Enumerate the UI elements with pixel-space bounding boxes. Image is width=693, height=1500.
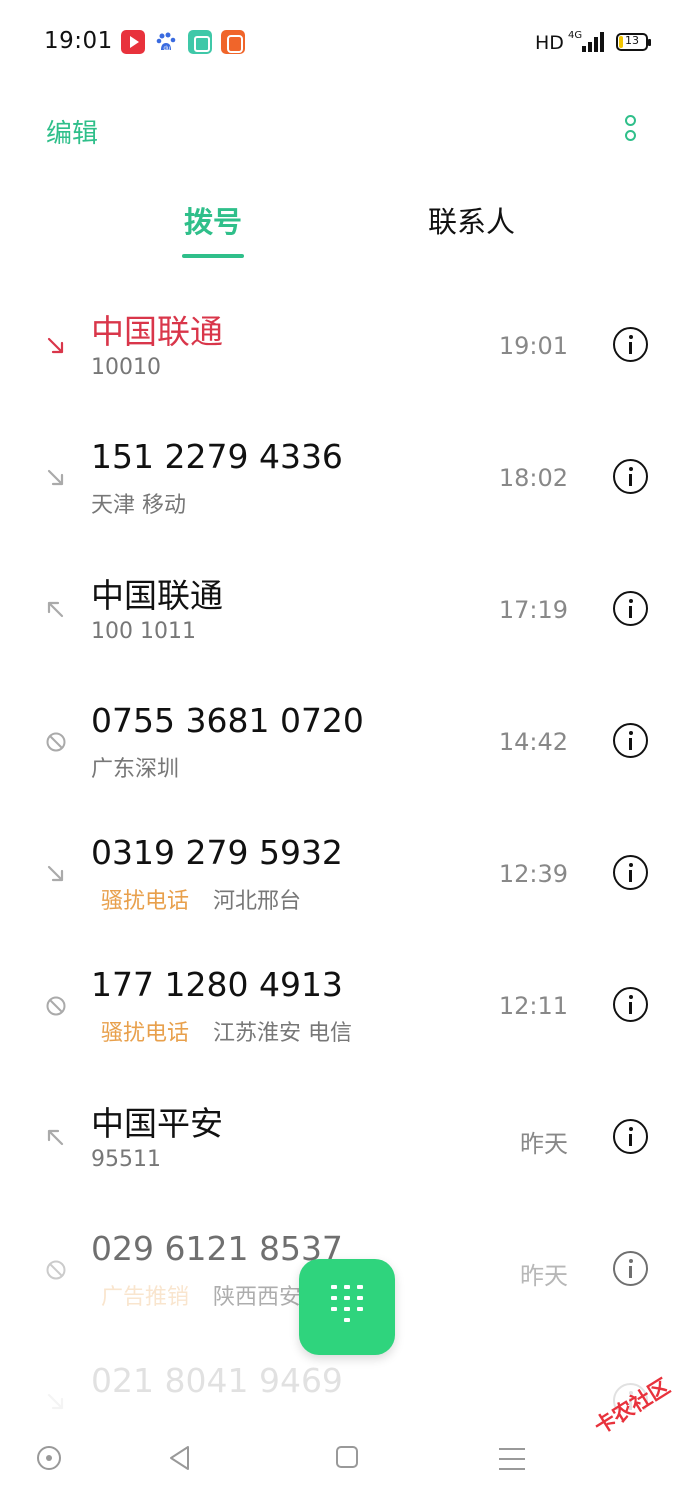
call-time: 17:19 <box>498 596 568 624</box>
call-name: 中国平安 <box>91 1104 223 1143</box>
info-icon[interactable] <box>613 459 648 494</box>
call-time: 12:39 <box>498 860 568 888</box>
spam-tag: 广告推销 <box>101 1285 190 1310</box>
outgoing-call-icon <box>44 1126 68 1150</box>
dialpad-button[interactable] <box>299 1259 395 1355</box>
call-name: 中国联通 <box>91 312 223 351</box>
status-time: 19:01 <box>44 28 113 54</box>
call-location: 陕西西安 <box>213 1285 302 1310</box>
more-vertical-icon[interactable] <box>620 115 642 145</box>
dialpad-icon <box>331 1285 363 1322</box>
call-time: 19:01 <box>498 332 568 360</box>
battery-level: 13 <box>625 34 639 47</box>
call-log-item[interactable]: 中国平安 95511 昨天 <box>0 1077 693 1209</box>
status-bar: 19:01 du HD 4G 13 <box>0 0 693 86</box>
call-name: 中国联通 <box>91 576 223 615</box>
call-log-list[interactable]: 中国联通 10010 19:01 151 2279 4336 天津 移动 18:02 中国联… <box>0 285 693 1410</box>
hd-indicator: HD <box>535 32 564 54</box>
call-location: 95511 <box>91 1147 161 1172</box>
call-subtitle: 广告推销 陕西西安 <box>91 1279 301 1311</box>
incoming-call-icon <box>44 862 68 886</box>
info-icon[interactable] <box>613 855 648 890</box>
call-location: 100 1011 <box>91 619 196 644</box>
call-name: 0755 3681 0720 <box>91 701 364 740</box>
spam-tag: 骚扰电话 <box>101 1021 190 1046</box>
info-icon[interactable] <box>613 723 648 758</box>
call-subtitle: 10010 <box>91 355 161 380</box>
call-name: 021 8041 9469 <box>91 1361 343 1400</box>
call-subtitle: 100 1011 <box>91 619 196 644</box>
call-time: 昨天 <box>520 1130 568 1158</box>
call-subtitle: 骚扰电话 江苏淮安 电信 <box>91 1015 352 1047</box>
blocked-call-icon <box>44 730 68 754</box>
call-subtitle: 广东深圳 <box>91 751 179 783</box>
active-tab-indicator <box>182 254 244 258</box>
call-name: 151 2279 4336 <box>91 437 343 476</box>
recent-apps-icon[interactable] <box>37 1446 61 1470</box>
incoming-call-icon <box>44 1390 68 1410</box>
gallery-app-icon <box>188 30 212 54</box>
incoming-call-icon <box>44 466 68 490</box>
call-subtitle: 天津 移动 <box>91 487 186 519</box>
call-log-item[interactable]: 0755 3681 0720 广东深圳 14:42 <box>0 681 693 813</box>
call-name: 177 1280 4913 <box>91 965 343 1004</box>
call-location: 10010 <box>91 355 161 380</box>
call-log-item[interactable]: 151 2279 4336 天津 移动 18:02 <box>0 417 693 549</box>
info-icon[interactable] <box>613 987 648 1022</box>
info-icon[interactable] <box>613 327 648 362</box>
call-log-item[interactable]: 177 1280 4913 骚扰电话 江苏淮安 电信 12:11 <box>0 945 693 1077</box>
call-location: 河北邢台 <box>213 889 302 914</box>
call-location: 江苏淮安 电信 <box>213 1021 353 1046</box>
info-icon[interactable] <box>613 591 648 626</box>
info-icon[interactable] <box>613 1119 648 1154</box>
call-name: 0319 279 5932 <box>91 833 343 872</box>
blocked-call-icon <box>44 994 68 1018</box>
call-time: 14:42 <box>498 728 568 756</box>
tab-contacts[interactable]: 联系人 <box>428 199 515 241</box>
svg-text:du: du <box>164 46 171 52</box>
call-location: 天津 移动 <box>91 493 186 518</box>
call-subtitle: 骚扰电话 河北邢台 <box>91 883 301 915</box>
system-nav-bar <box>0 1418 693 1500</box>
signal-icon <box>578 32 606 52</box>
blocked-call-icon <box>44 1258 68 1282</box>
call-log-item[interactable]: 中国联通 100 1011 17:19 <box>0 549 693 681</box>
call-time: 18:02 <box>498 464 568 492</box>
tab-dial[interactable]: 拨号 <box>184 199 242 241</box>
home-icon[interactable] <box>336 1446 358 1468</box>
kuaishou-icon <box>221 30 245 54</box>
call-location: 广东深圳 <box>91 757 180 782</box>
edit-button[interactable]: 编辑 <box>46 113 98 150</box>
call-log-item[interactable]: 中国联通 10010 19:01 <box>0 285 693 417</box>
call-time: 12:11 <box>498 992 568 1020</box>
spam-tag: 骚扰电话 <box>101 889 190 914</box>
back-icon[interactable] <box>168 1445 192 1475</box>
call-log-item[interactable]: 0319 279 5932 骚扰电话 河北邢台 12:39 <box>0 813 693 945</box>
call-time: 昨天 <box>520 1262 568 1290</box>
battery-icon: 13 <box>616 33 651 51</box>
info-icon[interactable] <box>613 1251 648 1286</box>
outgoing-call-icon <box>44 598 68 622</box>
menu-icon[interactable] <box>499 1448 525 1470</box>
missed-call-icon <box>44 334 68 358</box>
call-name: 029 6121 8537 <box>91 1229 343 1268</box>
call-subtitle: 95511 <box>91 1147 161 1172</box>
video-app-icon <box>121 30 145 54</box>
baidu-icon: du <box>155 30 179 54</box>
